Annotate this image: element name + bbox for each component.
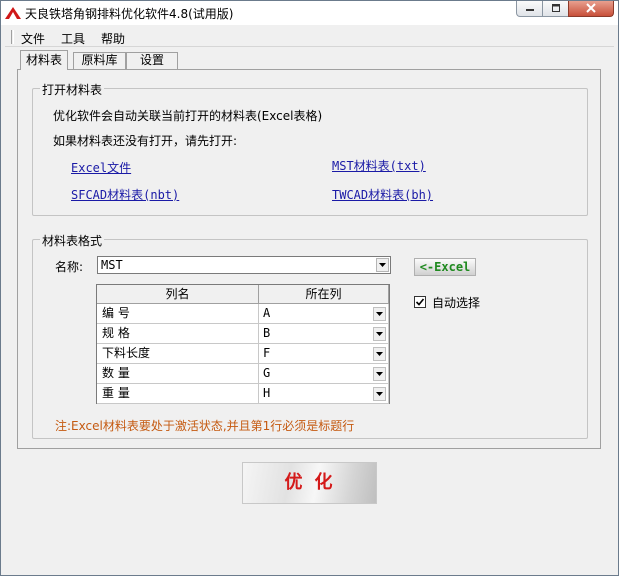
grid-header-name: 列名 [97, 285, 259, 304]
close-icon [569, 1, 613, 15]
dropdown-arrow-icon [376, 392, 383, 396]
close-button[interactable] [568, 1, 614, 17]
grid-row-column-select[interactable]: G [259, 364, 389, 384]
auto-select-label: 自动选择 [432, 296, 481, 310]
link-mst-txt[interactable]: MST材料表(txt) [332, 157, 426, 174]
dropdown-arrow-icon [376, 312, 383, 316]
open-hint-line2: 如果材料表还没有打开，请先打开: [53, 134, 238, 148]
grid-row-dropdown[interactable] [373, 387, 386, 401]
menu-file[interactable]: 文件 [21, 30, 45, 47]
grid-row-dropdown[interactable] [373, 327, 386, 341]
auto-select-checkbox[interactable] [414, 296, 426, 308]
minimize-button[interactable] [516, 1, 543, 17]
grid-row-column-select[interactable]: H [259, 384, 389, 404]
grid-row-name: 下料长度 [97, 344, 259, 364]
app-window: 天良铁塔角钢排料优化软件4.8(试用版) 文件 工具 帮助 材料表 原料库 设置 [0, 0, 619, 576]
name-label: 名称: [55, 260, 84, 274]
grid-row-dropdown[interactable] [373, 307, 386, 321]
link-sfcad-nbt[interactable]: SFCAD材料表(nbt) [71, 186, 179, 203]
grid-row-column-select[interactable]: F [259, 344, 389, 364]
dropdown-arrow-icon [376, 352, 383, 356]
app-logo-icon [5, 7, 21, 19]
group-title-format: 材料表格式 [40, 232, 105, 249]
minimize-icon [517, 1, 542, 15]
link-twcad-bh[interactable]: TWCAD材料表(bh) [332, 186, 433, 203]
name-select-dropdown[interactable] [376, 258, 389, 272]
column-mapping-grid: 列名 所在列 编 号 A 规 格 B 下料长度 F 数 量 G 重 量 H [96, 284, 390, 404]
dropdown-arrow-icon [379, 263, 386, 267]
tab-settings[interactable]: 设置 [126, 52, 178, 69]
grid-row-dropdown[interactable] [373, 367, 386, 381]
group-title-open: 打开材料表 [40, 81, 105, 98]
grid-row-name: 数 量 [97, 364, 259, 384]
grid-row-name: 规 格 [97, 324, 259, 344]
menu-tools[interactable]: 工具 [61, 30, 85, 47]
maximize-icon [543, 1, 568, 15]
name-select[interactable]: MST [97, 256, 391, 274]
grid-row-column-select[interactable]: B [259, 324, 389, 344]
grid-row-name: 重 量 [97, 384, 259, 404]
menu-bar: 文件 工具 帮助 [5, 28, 614, 47]
grid-header-column: 所在列 [259, 285, 389, 304]
name-select-value: MST [101, 258, 123, 272]
grid-row-column-select[interactable]: A [259, 304, 389, 324]
dropdown-arrow-icon [376, 332, 383, 336]
menu-help[interactable]: 帮助 [101, 30, 125, 47]
grid-row-name: 编 号 [97, 304, 259, 324]
maximize-button[interactable] [542, 1, 569, 17]
format-note: 注:Excel材料表要处于激活状态,并且第1行必须是标题行 [55, 419, 355, 433]
grid-row-column-value: H [263, 386, 271, 400]
link-excel-file[interactable]: Excel文件 [71, 159, 131, 176]
menu-grip [11, 30, 14, 44]
open-hint-line1: 优化软件会自动关联当前打开的材料表(Excel表格) [53, 109, 323, 123]
tab-material-list[interactable]: 材料表 [20, 50, 68, 70]
grid-row-column-value: B [263, 326, 271, 340]
grid-row-column-value: F [263, 346, 271, 360]
dropdown-arrow-icon [376, 372, 383, 376]
window-title: 天良铁塔角钢排料优化软件4.8(试用版) [25, 7, 234, 21]
checkmark-icon [415, 298, 425, 306]
tab-raw-stock[interactable]: 原料库 [73, 52, 126, 69]
optimize-button[interactable]: 优化 [242, 462, 377, 504]
grid-row-column-value: G [263, 366, 271, 380]
excel-import-button[interactable]: <-Excel [414, 258, 476, 276]
grid-row-column-value: A [263, 306, 271, 320]
title-bar: 天良铁塔角钢排料优化软件4.8(试用版) [1, 1, 618, 25]
grid-row-dropdown[interactable] [373, 347, 386, 361]
